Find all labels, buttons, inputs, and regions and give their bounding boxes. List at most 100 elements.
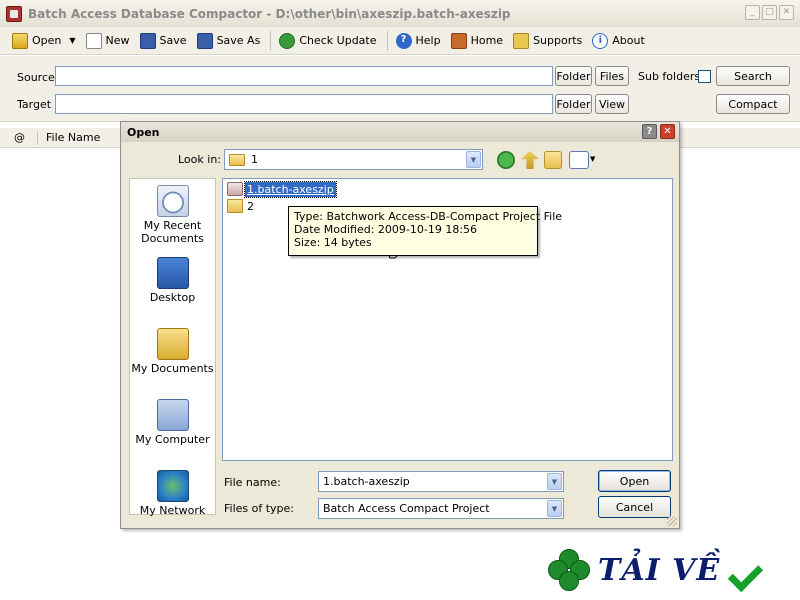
resize-grip[interactable] <box>667 516 677 526</box>
chevron-down-icon[interactable]: ▼ <box>547 473 562 490</box>
dialog-titlebar: Open ? ✕ <box>121 122 679 142</box>
place-label: My Network <box>139 504 206 517</box>
toolbar-separator <box>270 30 272 51</box>
file-name-value: 1.batch-axeszip <box>323 475 410 488</box>
window-controls: _ □ ✕ <box>745 5 794 20</box>
search-button[interactable]: Search <box>716 66 790 86</box>
target-input[interactable] <box>55 94 553 114</box>
help-label: Help <box>415 34 441 47</box>
open-dropdown-icon[interactable]: ▼ <box>69 36 75 45</box>
files-button[interactable]: Files <box>595 66 629 86</box>
subfolders-label: Sub folders <box>638 70 701 83</box>
file-type-label: Files of type: <box>224 502 295 515</box>
place-label: My Computer <box>135 433 210 446</box>
recent-documents-icon <box>156 185 189 217</box>
supports-icon <box>513 32 530 49</box>
open-label: Open <box>32 34 62 47</box>
file-info-tooltip: Type: Batchwork Access-DB-Compact Projec… <box>288 206 563 256</box>
look-in-select[interactable]: 1 ▼ <box>224 149 483 170</box>
dialog-cancel-button[interactable]: Cancel <box>598 496 671 518</box>
save-button[interactable]: Save <box>136 30 191 52</box>
open-dialog: Open ? ✕ Look in: 1 ▼ ▼ My Recent Docume… <box>120 121 680 529</box>
source-input[interactable] <box>55 66 553 86</box>
minimize-button[interactable]: _ <box>745 5 760 20</box>
maximize-button[interactable]: □ <box>762 5 777 20</box>
file-type-select[interactable]: Batch Access Compact Project ▼ <box>318 498 564 519</box>
dialog-close-button[interactable]: ✕ <box>660 124 675 139</box>
tooltip-type: Type: Batchwork Access-DB-Compact Projec… <box>294 210 563 223</box>
save-as-icon <box>196 32 213 49</box>
new-label: New <box>105 34 130 47</box>
close-button[interactable]: ✕ <box>779 5 794 20</box>
folder-icon <box>227 199 243 213</box>
supports-label: Supports <box>533 34 583 47</box>
check-update-label: Check Update <box>299 34 377 47</box>
dialog-open-button[interactable]: Open <box>598 470 671 492</box>
column-file-name[interactable]: File Name <box>46 131 100 144</box>
column-at[interactable]: @ <box>14 131 25 144</box>
clover-logo-icon <box>548 549 590 591</box>
check-update-icon <box>279 32 296 49</box>
home-label: Home <box>470 34 504 47</box>
place-my-documents[interactable]: My Documents <box>130 328 215 375</box>
desktop-icon <box>156 257 189 289</box>
list-item[interactable]: 2 <box>227 198 256 214</box>
file-name-input[interactable]: 1.batch-axeszip ▼ <box>318 471 564 492</box>
window-title: Batch Access Database Compactor - D:\oth… <box>28 6 511 21</box>
about-icon: i <box>592 32 609 49</box>
places-bar: My Recent Documents Desktop My Documents… <box>129 178 216 517</box>
file-name: 1.batch-axeszip <box>244 180 337 198</box>
place-my-network[interactable]: My Network <box>130 470 215 517</box>
target-label: Target <box>17 98 52 111</box>
source-target-panel: Source Folder Files Sub folders Search T… <box>0 56 800 122</box>
about-label: About <box>612 34 645 47</box>
folder-icon <box>229 153 245 166</box>
subfolders-checkbox[interactable] <box>698 70 711 83</box>
help-button[interactable]: ? Help <box>392 30 445 52</box>
place-desktop[interactable]: Desktop <box>130 257 215 304</box>
place-label: Desktop <box>149 291 196 304</box>
supports-button[interactable]: Supports <box>509 30 586 52</box>
home-button[interactable]: Home <box>447 30 507 52</box>
new-folder-icon[interactable] <box>544 151 562 169</box>
place-my-recent-documents[interactable]: My Recent Documents <box>130 185 215 245</box>
my-computer-icon <box>156 399 189 431</box>
project-file-icon <box>227 182 243 196</box>
up-folder-icon[interactable] <box>521 151 539 169</box>
open-folder-icon <box>12 32 28 49</box>
list-item[interactable]: 1.batch-axeszip <box>227 180 337 198</box>
save-as-button[interactable]: Save As <box>193 30 265 52</box>
my-network-icon <box>156 470 189 502</box>
target-folder-button[interactable]: Folder <box>555 94 592 114</box>
app-icon <box>6 5 22 22</box>
source-folder-button[interactable]: Folder <box>555 66 592 86</box>
chevron-down-icon[interactable]: ▼ <box>466 151 481 168</box>
place-label: Documents <box>141 232 204 245</box>
toolbar-separator <box>386 30 388 51</box>
about-button[interactable]: i About <box>588 30 649 52</box>
main-titlebar: Batch Access Database Compactor - D:\oth… <box>0 0 800 27</box>
my-documents-icon <box>156 328 189 360</box>
home-icon <box>450 32 467 49</box>
place-my-computer[interactable]: My Computer <box>130 399 215 446</box>
save-icon <box>139 32 156 49</box>
open-button[interactable]: Open <box>8 30 65 52</box>
check-update-button[interactable]: Check Update <box>275 30 380 52</box>
checkmark-icon <box>730 555 770 585</box>
dialog-help-button[interactable]: ? <box>642 124 657 139</box>
help-icon: ? <box>395 32 412 49</box>
watermark: TẢI VỀ <box>548 544 798 596</box>
column-divider <box>37 130 38 145</box>
chevron-down-icon[interactable]: ▼ <box>547 500 562 517</box>
save-label: Save <box>159 34 187 47</box>
watermark-text: TẢI VỀ <box>598 552 721 588</box>
new-file-icon <box>85 32 102 49</box>
compact-button[interactable]: Compact <box>716 94 790 114</box>
view-menu-chevron-icon[interactable]: ▼ <box>590 155 595 163</box>
view-menu-icon[interactable] <box>569 151 589 169</box>
new-button[interactable]: New <box>82 30 134 52</box>
view-button[interactable]: View <box>595 94 629 114</box>
back-icon[interactable] <box>497 151 515 169</box>
place-label: My Recent <box>143 219 202 232</box>
file-type-value: Batch Access Compact Project <box>323 502 490 515</box>
